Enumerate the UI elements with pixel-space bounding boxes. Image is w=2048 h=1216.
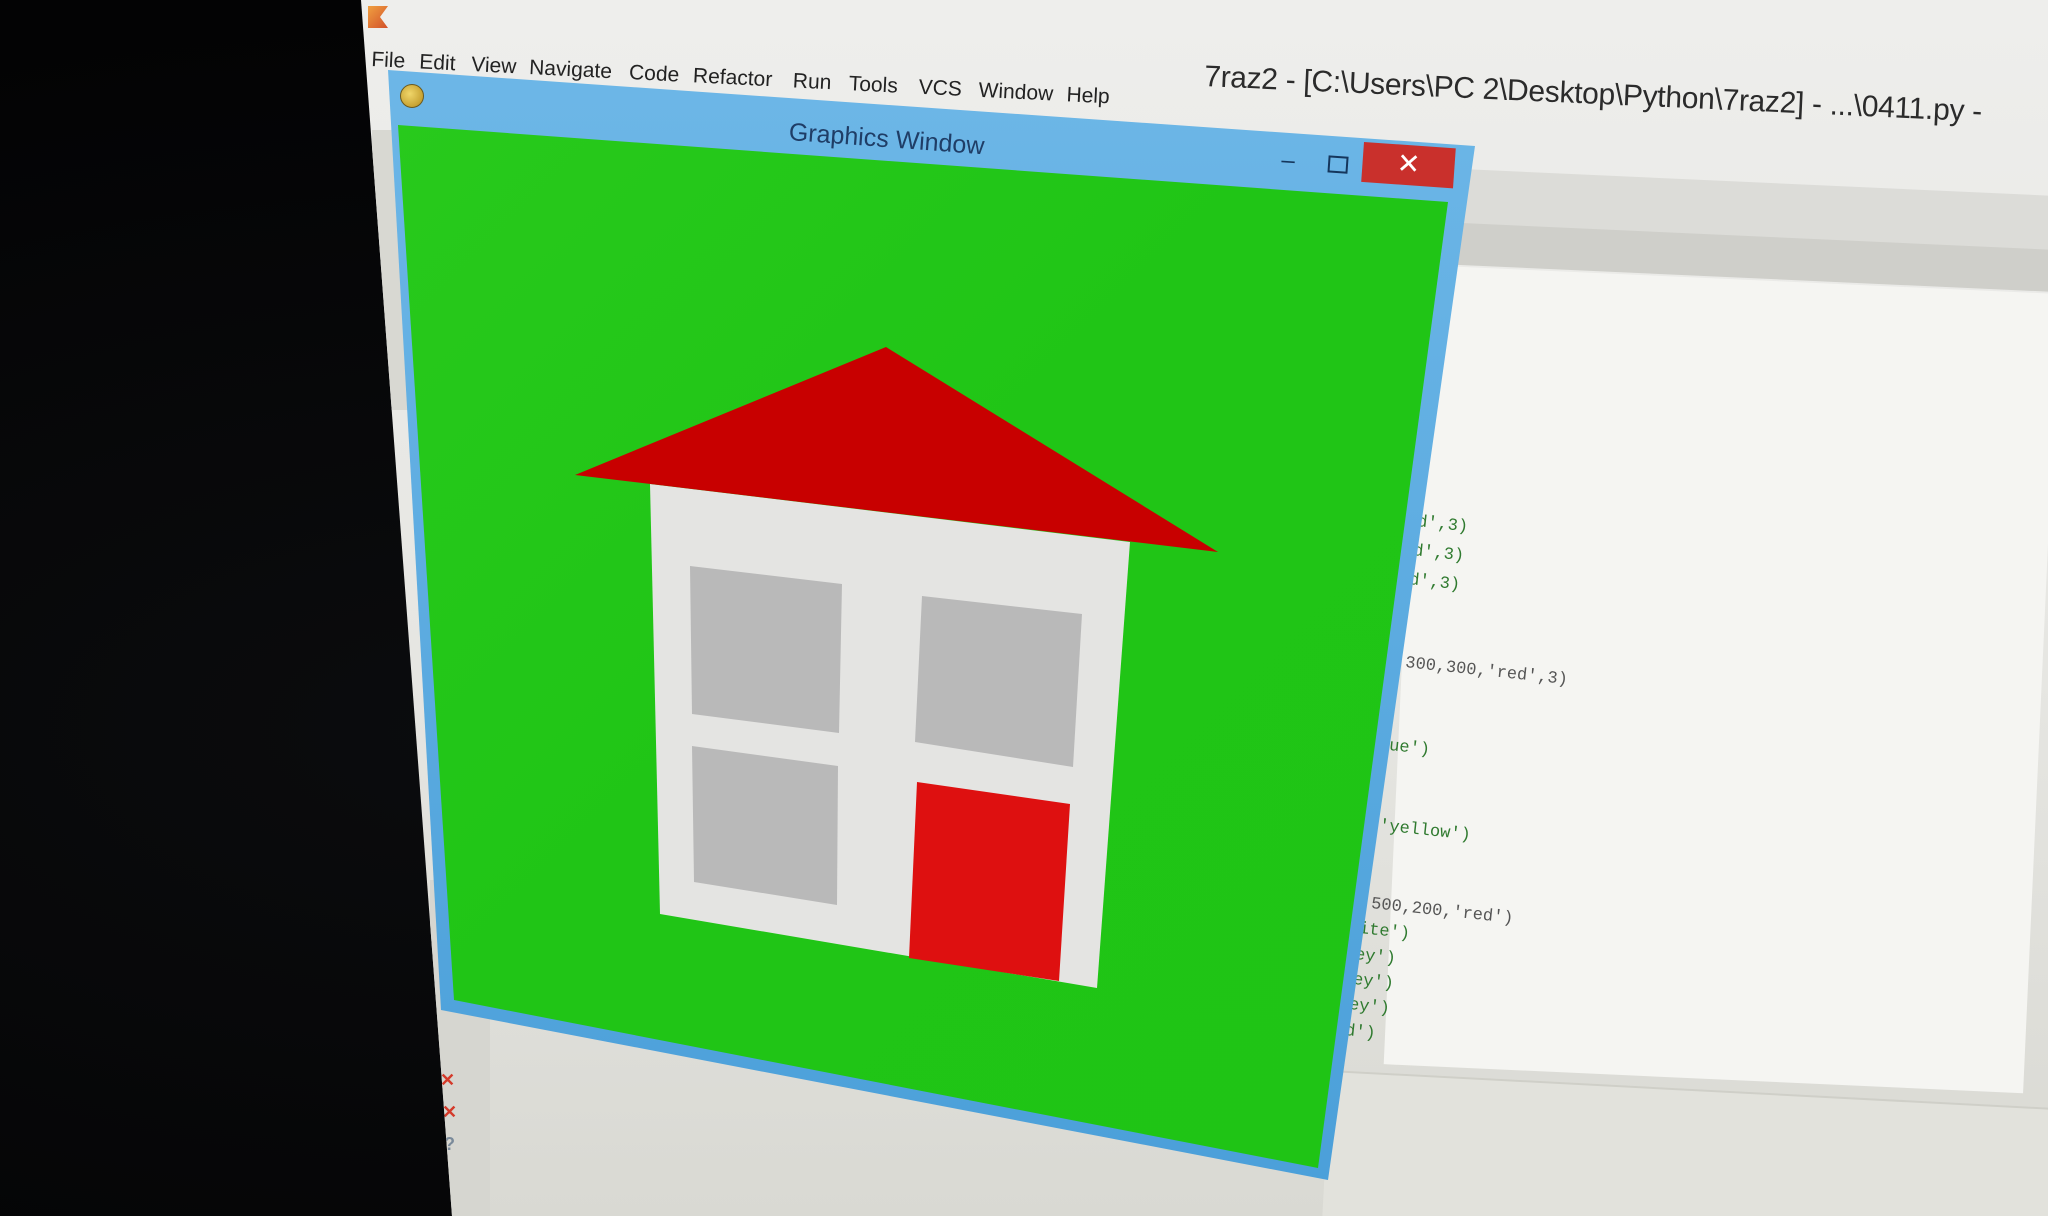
house-drawing bbox=[575, 347, 1218, 988]
monitor-photo: 7raz2 - [C:\Users\PC 2\Desktop\Python\7r… bbox=[0, 0, 2048, 1216]
house-window-bottom-left bbox=[692, 746, 838, 905]
house-window-top-left bbox=[690, 566, 842, 733]
house-window-top-right bbox=[915, 596, 1082, 767]
house-door bbox=[909, 782, 1070, 981]
